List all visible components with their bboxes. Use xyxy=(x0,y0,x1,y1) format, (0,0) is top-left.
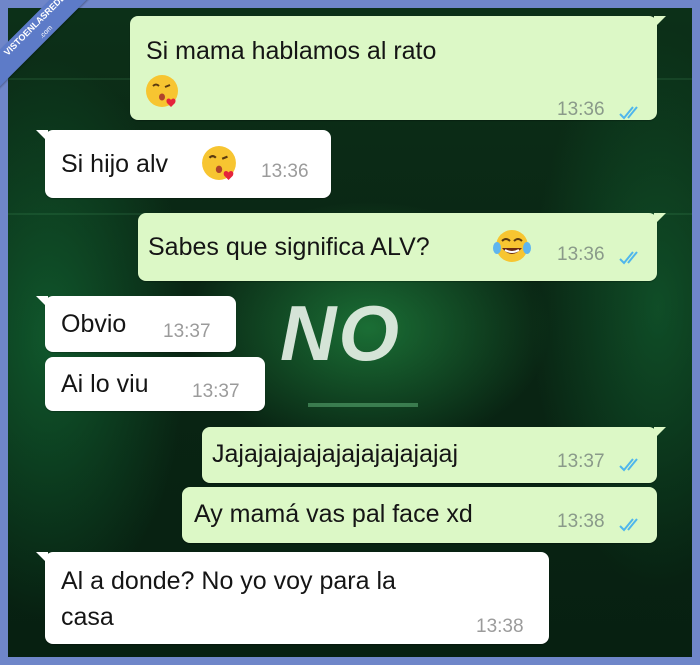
message-text: Sabes que significa ALV? xyxy=(148,233,430,261)
message-timestamp: 13:37 xyxy=(163,321,211,342)
message-text: Si hijo alv xyxy=(61,150,168,178)
message-text: Jajajajajajajajajajajajaj xyxy=(212,440,458,468)
message-bubble-incoming[interactable]: Si hijo alv 13:36 xyxy=(36,130,331,198)
message-text-line: Al a donde? No yo voy para la xyxy=(61,567,396,595)
message-text-line: casa xyxy=(61,603,114,631)
background-light-line xyxy=(308,403,418,407)
read-receipt-icon xyxy=(618,508,644,532)
read-receipt-icon xyxy=(618,448,644,472)
message-text: Si mama hablamos al rato xyxy=(146,37,437,65)
face-with-tears-of-joy-icon xyxy=(492,228,532,273)
message-bubble-incoming[interactable]: Al a donde? No yo voy para la casa 13:38 xyxy=(36,552,549,644)
message-timestamp: 13:36 xyxy=(557,99,605,120)
message-text: Ay mamá vas pal face xd xyxy=(194,500,473,528)
message-bubble-incoming[interactable]: Ai lo viu 13:37 xyxy=(45,357,265,411)
message-timestamp: 13:37 xyxy=(192,381,240,402)
message-timestamp: 13:36 xyxy=(557,244,605,265)
message-text: Ai lo viu xyxy=(61,370,149,398)
message-bubble-outgoing[interactable]: Jajajajajajajajajajajajaj 13:37 xyxy=(202,427,666,483)
message-bubble-outgoing[interactable]: Si mama hablamos al rato 13:36 xyxy=(130,16,666,120)
message-bubble-outgoing[interactable]: Ay mamá vas pal face xd 13:38 xyxy=(182,487,657,543)
face-blowing-kiss-icon xyxy=(201,145,237,190)
background-wall-text: NO xyxy=(280,289,401,377)
message-timestamp: 13:36 xyxy=(261,161,309,182)
chat-screenshot-frame: NO Si mama hablamos al rato 13:36 Si hij… xyxy=(8,8,692,657)
read-receipt-icon xyxy=(618,96,644,120)
message-text: Obvio xyxy=(61,310,127,338)
read-receipt-icon xyxy=(618,241,644,265)
message-timestamp: 13:38 xyxy=(476,616,524,637)
message-bubble-outgoing[interactable]: Sabes que significa ALV? 13:36 xyxy=(138,213,666,281)
message-bubble-incoming[interactable]: Obvio 13:37 xyxy=(36,296,236,352)
face-blowing-kiss-icon xyxy=(145,74,179,117)
message-timestamp: 13:37 xyxy=(557,451,605,472)
message-timestamp: 13:38 xyxy=(557,511,605,532)
